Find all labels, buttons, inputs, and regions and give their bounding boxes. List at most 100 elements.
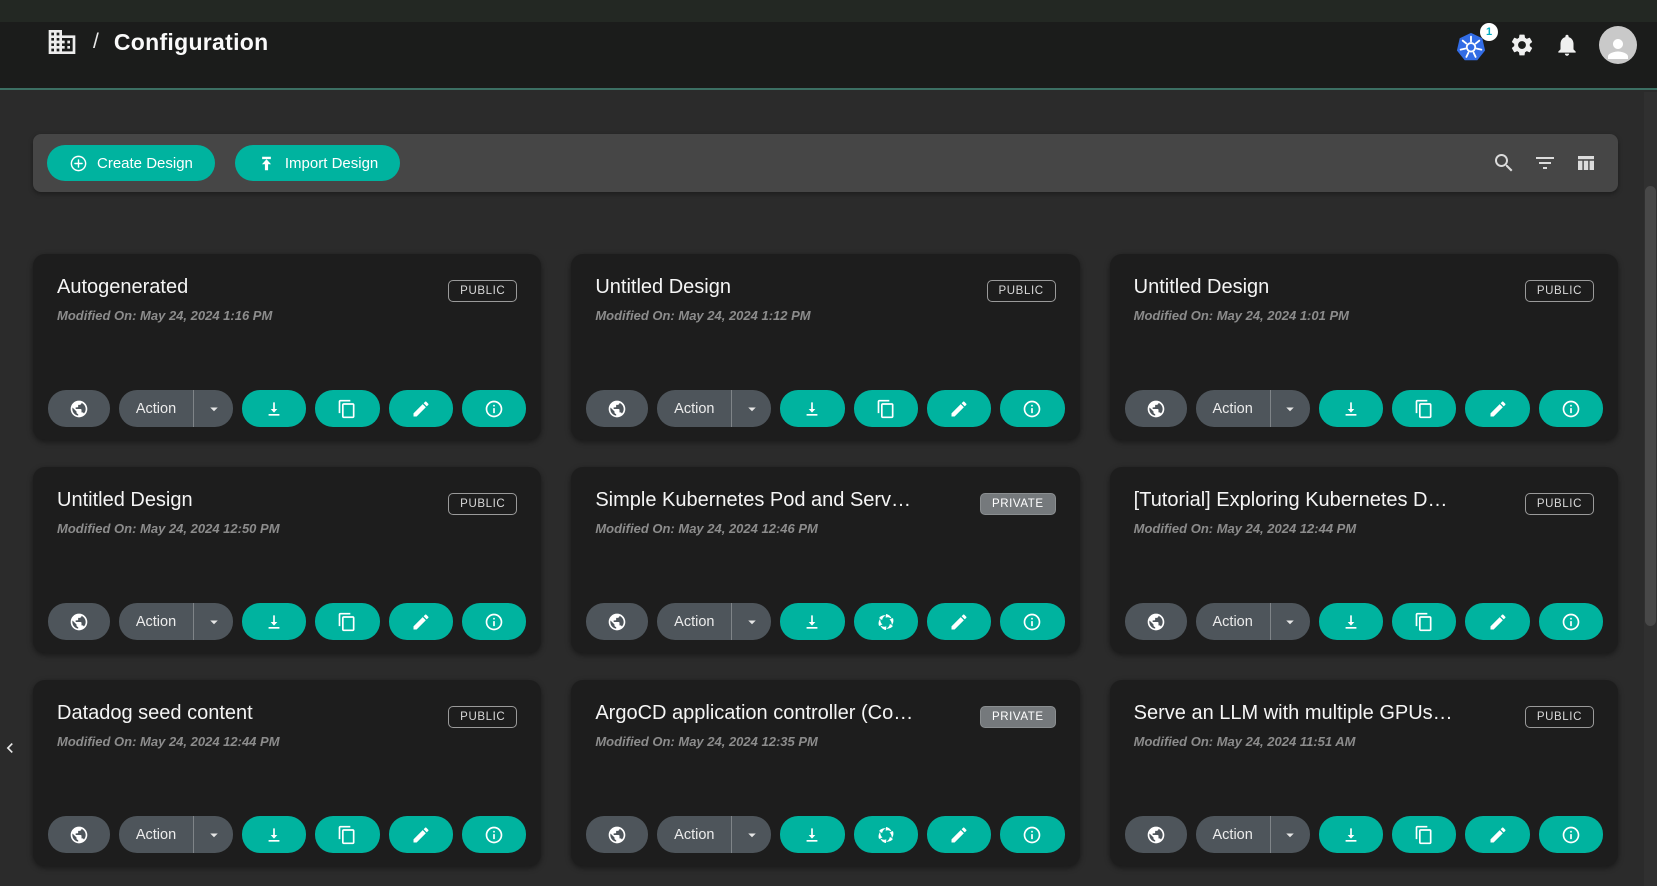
clone-button[interactable] bbox=[1392, 816, 1456, 853]
action-dropdown-button[interactable] bbox=[193, 816, 233, 853]
edit-button[interactable] bbox=[927, 603, 991, 640]
table-columns-icon[interactable] bbox=[1574, 151, 1598, 175]
edit-button[interactable] bbox=[389, 603, 453, 640]
chevron-down-icon bbox=[743, 613, 761, 631]
download-button[interactable] bbox=[242, 816, 306, 853]
scrollbar-track[interactable] bbox=[1644, 92, 1657, 886]
avatar[interactable] bbox=[1599, 26, 1637, 64]
action-dropdown-button[interactable] bbox=[1270, 603, 1310, 640]
design-title: Autogenerated bbox=[48, 276, 272, 299]
chevron-down-icon bbox=[205, 400, 223, 418]
visibility-globe-button[interactable] bbox=[48, 603, 110, 640]
collapse-panel-button[interactable] bbox=[0, 733, 20, 763]
info-button[interactable] bbox=[1000, 816, 1064, 853]
info-button[interactable] bbox=[462, 390, 526, 427]
download-button[interactable] bbox=[1319, 603, 1383, 640]
visibility-globe-button[interactable] bbox=[1125, 390, 1187, 427]
edit-icon bbox=[949, 825, 969, 845]
visibility-globe-button[interactable] bbox=[1125, 603, 1187, 640]
edit-button[interactable] bbox=[1465, 816, 1529, 853]
card-action-bar: Action bbox=[1125, 816, 1603, 853]
download-button[interactable] bbox=[1319, 390, 1383, 427]
action-button[interactable]: Action bbox=[1196, 390, 1270, 427]
action-button[interactable]: Action bbox=[657, 603, 731, 640]
action-button[interactable]: Action bbox=[119, 816, 193, 853]
action-button[interactable]: Action bbox=[657, 816, 731, 853]
action-dropdown-button[interactable] bbox=[193, 603, 233, 640]
download-button[interactable] bbox=[242, 603, 306, 640]
download-button[interactable] bbox=[780, 816, 844, 853]
edit-button[interactable] bbox=[389, 390, 453, 427]
filter-icon[interactable] bbox=[1533, 151, 1557, 175]
action-button[interactable]: Action bbox=[1196, 603, 1270, 640]
copy-icon bbox=[1414, 612, 1434, 632]
action-dropdown-button[interactable] bbox=[731, 390, 771, 427]
copy-icon bbox=[1414, 825, 1434, 845]
design-swirl-button[interactable] bbox=[854, 603, 918, 640]
design-modified-date: Modified On: May 24, 2024 1:16 PM bbox=[48, 308, 272, 323]
designs-grid: Autogenerated Modified On: May 24, 2024 … bbox=[33, 254, 1618, 866]
design-card: Datadog seed content Modified On: May 24… bbox=[33, 680, 541, 866]
info-button[interactable] bbox=[1000, 390, 1064, 427]
clone-button[interactable] bbox=[315, 390, 379, 427]
visibility-globe-button[interactable] bbox=[48, 390, 110, 427]
context-count-badge: 1 bbox=[1480, 23, 1498, 41]
action-dropdown-button[interactable] bbox=[1270, 816, 1310, 853]
app-header: / Configuration 1 bbox=[0, 0, 1657, 90]
clone-button[interactable] bbox=[315, 603, 379, 640]
card-action-bar: Action bbox=[586, 816, 1064, 853]
edit-button[interactable] bbox=[927, 390, 991, 427]
info-button[interactable] bbox=[462, 816, 526, 853]
info-button[interactable] bbox=[1539, 816, 1603, 853]
bell-icon[interactable] bbox=[1554, 32, 1580, 58]
visibility-globe-button[interactable] bbox=[48, 816, 110, 853]
info-button[interactable] bbox=[1000, 603, 1064, 640]
visibility-globe-button[interactable] bbox=[586, 603, 648, 640]
design-swirl-button[interactable] bbox=[854, 816, 918, 853]
gear-icon[interactable] bbox=[1509, 32, 1535, 58]
info-button[interactable] bbox=[1539, 390, 1603, 427]
person-icon bbox=[1603, 34, 1633, 64]
action-button[interactable]: Action bbox=[657, 390, 731, 427]
search-icon[interactable] bbox=[1492, 151, 1516, 175]
globe-icon bbox=[607, 399, 627, 419]
download-button[interactable] bbox=[1319, 816, 1383, 853]
edit-button[interactable] bbox=[1465, 603, 1529, 640]
action-dropdown-button[interactable] bbox=[731, 603, 771, 640]
visibility-globe-button[interactable] bbox=[586, 390, 648, 427]
card-header: Serve an LLM with multiple GPUs… Modifie… bbox=[1125, 702, 1603, 749]
edit-icon bbox=[1488, 825, 1508, 845]
action-dropdown-button[interactable] bbox=[1270, 390, 1310, 427]
import-design-button[interactable]: Import Design bbox=[235, 145, 400, 181]
visibility-globe-button[interactable] bbox=[1125, 816, 1187, 853]
scrollbar-thumb[interactable] bbox=[1645, 186, 1656, 626]
action-button[interactable]: Action bbox=[119, 603, 193, 640]
info-icon bbox=[484, 612, 504, 632]
clone-button[interactable] bbox=[1392, 603, 1456, 640]
action-split-button: Action bbox=[1196, 390, 1310, 427]
info-button[interactable] bbox=[462, 603, 526, 640]
create-design-button[interactable]: Create Design bbox=[47, 145, 215, 181]
edit-icon bbox=[1488, 399, 1508, 419]
globe-icon bbox=[69, 612, 89, 632]
edit-button[interactable] bbox=[1465, 390, 1529, 427]
action-button[interactable]: Action bbox=[119, 390, 193, 427]
download-button[interactable] bbox=[780, 603, 844, 640]
globe-icon bbox=[1146, 612, 1166, 632]
clone-button[interactable] bbox=[1392, 390, 1456, 427]
edit-button[interactable] bbox=[927, 816, 991, 853]
action-dropdown-button[interactable] bbox=[731, 816, 771, 853]
action-dropdown-button[interactable] bbox=[193, 390, 233, 427]
kubernetes-context-button[interactable]: 1 bbox=[1454, 27, 1490, 63]
edit-button[interactable] bbox=[389, 816, 453, 853]
download-button[interactable] bbox=[242, 390, 306, 427]
info-button[interactable] bbox=[1539, 603, 1603, 640]
globe-icon bbox=[1146, 825, 1166, 845]
download-icon bbox=[802, 612, 822, 632]
clone-button[interactable] bbox=[854, 390, 918, 427]
globe-icon bbox=[607, 612, 627, 632]
visibility-globe-button[interactable] bbox=[586, 816, 648, 853]
download-button[interactable] bbox=[780, 390, 844, 427]
clone-button[interactable] bbox=[315, 816, 379, 853]
action-button[interactable]: Action bbox=[1196, 816, 1270, 853]
